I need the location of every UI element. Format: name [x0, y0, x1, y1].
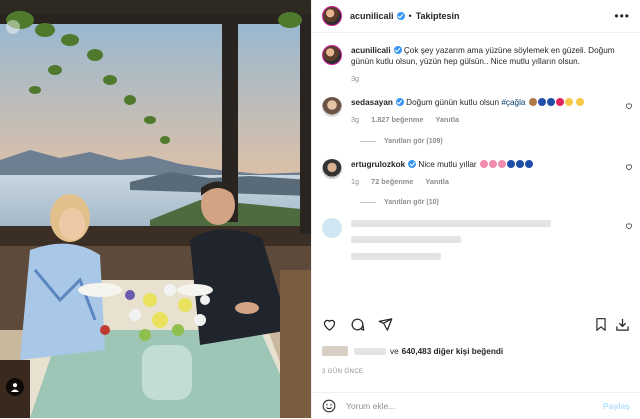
- emoji-icon[interactable]: [322, 399, 336, 413]
- post-header: acunilicali • Takiptesin •••: [312, 0, 640, 33]
- bookmark-icon[interactable]: [594, 317, 608, 332]
- flower-emoji-icon: [488, 160, 497, 168]
- carousel-indicator: [6, 20, 20, 34]
- header-separator: •: [408, 11, 412, 21]
- post-username[interactable]: acunilicali: [350, 11, 394, 21]
- red-heart-emoji-icon: [555, 98, 564, 106]
- post-timestamp: 3 GÜN ÖNCE: [322, 369, 364, 375]
- comment-time: 3g: [351, 115, 360, 124]
- comment-username[interactable]: sedasayan: [351, 98, 393, 107]
- comment-item: ertugrulozkok Nice mutlu yıllar 1g 72 be…: [312, 145, 640, 187]
- heart-icon[interactable]: [625, 102, 633, 110]
- more-icon[interactable]: •••: [614, 9, 630, 23]
- comment-input[interactable]: Yorum ekle...: [346, 401, 603, 411]
- comment-meta: 1g 72 beğenme Yanıtla: [351, 176, 618, 187]
- comment-text: Nice mutlu yıllar: [418, 160, 477, 169]
- blurred-comment-text: [351, 220, 551, 228]
- comment-icon[interactable]: [350, 317, 365, 332]
- blurred-comment-meta: [351, 253, 441, 261]
- post-image: [0, 0, 311, 418]
- comment-username[interactable]: ertugrulozkok: [351, 160, 405, 169]
- evil-eye-emoji-icon: [506, 160, 515, 168]
- view-replies-button[interactable]: Yanıtları gör (10): [360, 199, 640, 206]
- face-emoji-icon: [564, 98, 573, 106]
- view-replies-button[interactable]: Yanıtları gör (109): [360, 138, 640, 145]
- view-replies-label[interactable]: Yanıtları gör (10): [384, 199, 439, 206]
- post-comment-button[interactable]: Paylaş: [603, 401, 630, 411]
- verified-badge-icon: [393, 46, 402, 54]
- heart-icon[interactable]: [625, 222, 633, 230]
- heart-icon[interactable]: [625, 163, 633, 171]
- avatar[interactable]: [322, 218, 342, 238]
- flower-emoji-icon: [497, 160, 506, 168]
- comment-meta: 3g 1.827 beğenme Yanıtla: [351, 114, 618, 125]
- comment-hashtag[interactable]: #çağla: [501, 98, 525, 107]
- reply-button[interactable]: Yanıtla: [425, 177, 449, 186]
- comment-likes[interactable]: 72 beğenme: [371, 177, 413, 186]
- evil-eye-emoji-icon: [524, 160, 533, 168]
- verified-badge-icon: [396, 12, 405, 20]
- action-bar: [322, 313, 630, 335]
- likes-prefix: ve: [390, 346, 399, 356]
- caption: acunilicali Çok şey yazarım ama yüzüne s…: [312, 33, 640, 84]
- verified-badge-icon: [395, 98, 404, 106]
- reply-button[interactable]: Yanıtla: [436, 115, 460, 124]
- flower-emoji-icon: [479, 160, 488, 168]
- caption-username[interactable]: acunilicali: [351, 46, 391, 55]
- user-tag-button[interactable]: [6, 378, 24, 396]
- comment-likes[interactable]: 1.827 beğenme: [371, 115, 423, 124]
- add-comment-bar: Yorum ekle... Paylaş: [312, 392, 640, 419]
- evil-eye-emoji-icon: [537, 98, 546, 106]
- follow-status[interactable]: Takiptesin: [416, 11, 460, 21]
- avatar[interactable]: [322, 6, 342, 26]
- replies-divider: [360, 141, 376, 142]
- blurred-liker-avatar: [322, 346, 348, 356]
- avatar[interactable]: [322, 159, 342, 179]
- likes-count[interactable]: 640,483 diğer kişi beğendi: [402, 347, 503, 356]
- evil-eye-emoji-icon: [515, 160, 524, 168]
- cake-emoji-icon: [528, 98, 537, 106]
- comment-text: Doğum günün kutlu olsun: [406, 98, 500, 107]
- heart-icon[interactable]: [322, 317, 337, 332]
- caption-meta: 3g: [351, 73, 618, 84]
- grin-emoji-icon: [576, 98, 585, 106]
- download-icon[interactable]: [615, 317, 630, 332]
- view-replies-label[interactable]: Yanıtları gör (109): [384, 138, 443, 145]
- replies-divider: [360, 202, 376, 203]
- blurred-comment-text: [351, 236, 461, 244]
- share-icon[interactable]: [378, 317, 393, 332]
- verified-badge-icon: [408, 160, 417, 168]
- comment-time: 1g: [351, 177, 360, 186]
- user-tag-icon: [11, 383, 19, 392]
- avatar[interactable]: [322, 97, 342, 117]
- comment-item: sedasayan Doğum günün kutlu olsun #çağla…: [312, 84, 640, 125]
- comments-list[interactable]: acunilicali Çok şey yazarım ama yüzüne s…: [312, 33, 640, 305]
- evil-eye-emoji-icon: [546, 98, 555, 106]
- blurred-liker-name: [354, 347, 386, 355]
- avatar[interactable]: [322, 45, 342, 65]
- comment-item: [312, 206, 640, 262]
- post-photo[interactable]: [0, 0, 311, 418]
- caption-time: 3g: [351, 74, 360, 83]
- likes-summary[interactable]: ve 640,483 diğer kişi beğendi: [322, 346, 503, 356]
- post-side-panel: acunilicali • Takiptesin ••• acunilicali…: [311, 0, 640, 418]
